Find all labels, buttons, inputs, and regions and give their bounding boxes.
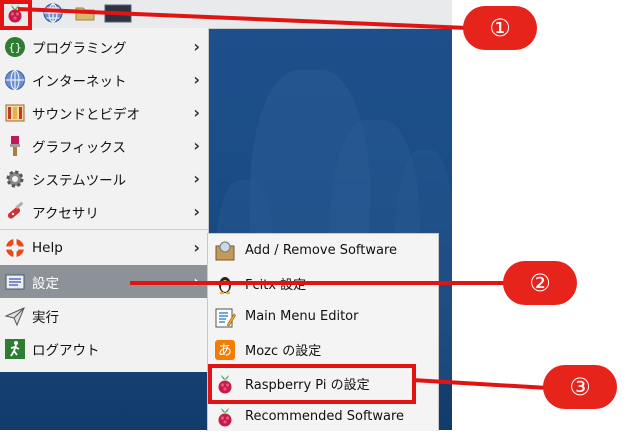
connector-line-3 <box>411 378 549 390</box>
annotation-lines <box>17 7 549 390</box>
callout-badge-1: ① <box>463 6 537 50</box>
callout-badge-3: ③ <box>543 365 617 409</box>
callout-badge-2: ② <box>503 261 577 305</box>
connector-line-1 <box>17 7 469 30</box>
